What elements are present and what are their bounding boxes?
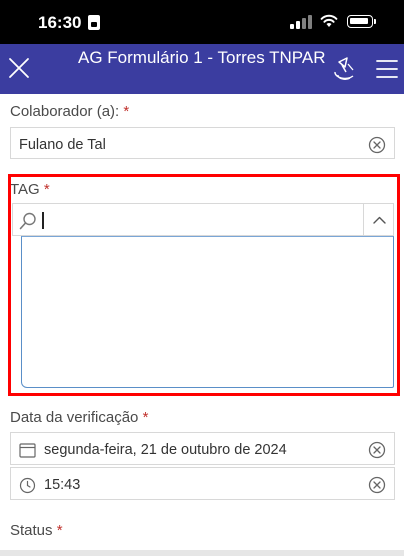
clear-circle-x-icon[interactable]	[368, 136, 386, 154]
gps-icon[interactable]	[331, 56, 357, 82]
clear-circle-x-icon[interactable]	[368, 441, 386, 459]
required-mark: *	[142, 409, 149, 426]
date-field[interactable]: segunda-feira, 21 de outubro de 2024	[10, 432, 395, 465]
close-icon[interactable]	[8, 57, 30, 79]
time-field[interactable]: 15:43	[10, 467, 395, 500]
status-field-edge	[0, 550, 404, 556]
app-header: AG Formulário 1 - Torres TNPAR	[0, 44, 404, 94]
status-time: 16:30	[38, 13, 82, 32]
page-title: AG Formulário 1 - Torres TNPAR	[78, 48, 326, 67]
cellular-signal-icon	[290, 15, 312, 29]
clock-icon	[19, 477, 36, 494]
colaborador-value: Fulano de Tal	[19, 137, 106, 153]
status-bar: 16:30	[0, 0, 404, 44]
time-value: 15:43	[44, 477, 81, 493]
colaborador-field[interactable]: Fulano de Tal	[10, 127, 395, 159]
date-value: segunda-feira, 21 de outubro de 2024	[44, 442, 287, 458]
required-mark: *	[56, 522, 63, 539]
status-label: Status *	[10, 522, 63, 539]
id-badge-icon	[88, 15, 100, 30]
calendar-icon	[19, 443, 36, 458]
colaborador-label: Colaborador (a): *	[10, 103, 130, 120]
data-verificacao-label: Data da verificação *	[10, 409, 149, 426]
tag-highlight-box	[8, 174, 400, 396]
wifi-icon	[320, 14, 338, 27]
hamburger-menu-icon[interactable]	[376, 59, 398, 79]
clear-circle-x-icon[interactable]	[368, 476, 386, 494]
required-mark: *	[123, 103, 130, 120]
battery-icon	[347, 15, 376, 28]
